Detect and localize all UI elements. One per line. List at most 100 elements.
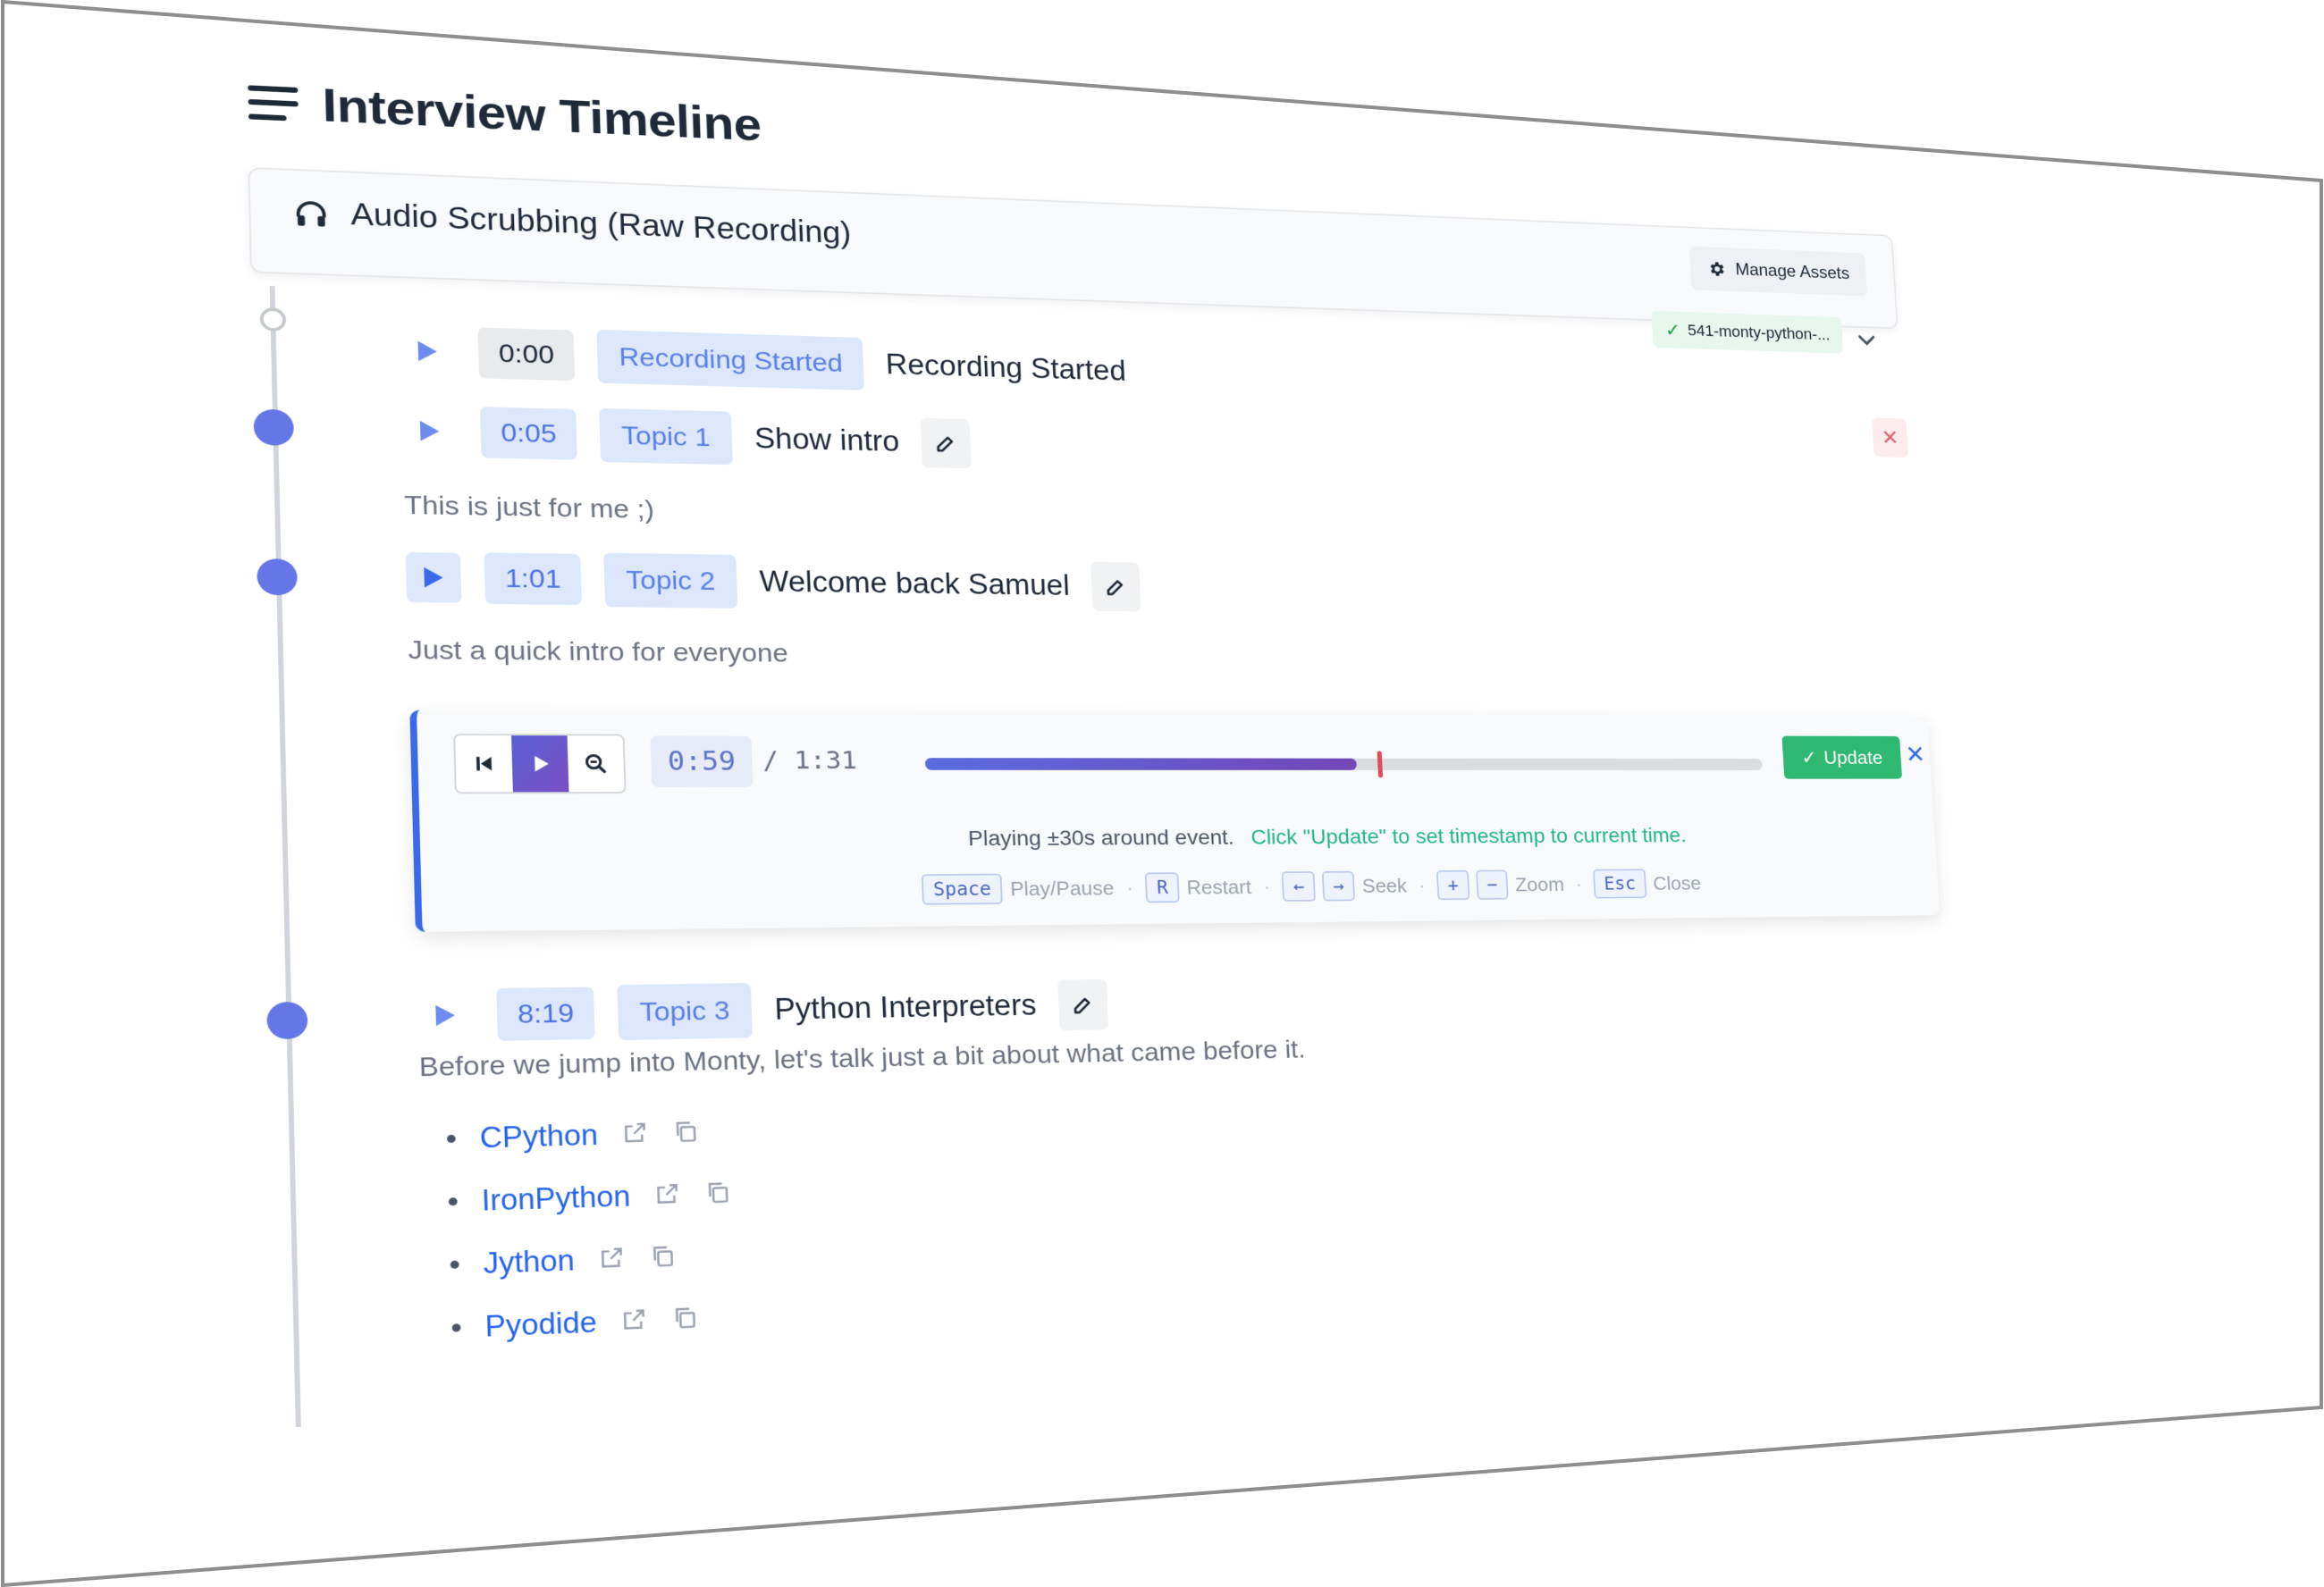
- zoom-button[interactable]: [568, 735, 625, 792]
- play-icon: [419, 420, 440, 441]
- list-item: Jython: [450, 1224, 735, 1297]
- event-tag[interactable]: Topic 2: [603, 552, 738, 609]
- external-link-icon[interactable]: [653, 1180, 681, 1211]
- hint-text: Playing ±30s around event.: [967, 825, 1235, 851]
- scrub-handle[interactable]: [1377, 751, 1383, 778]
- restart-button[interactable]: [455, 735, 513, 793]
- event-note: Just a quick intro for everyone: [408, 634, 789, 668]
- shortcut-label: Play/Pause: [1009, 876, 1115, 901]
- shortcut-key: ←: [1281, 871, 1316, 902]
- bullet: [446, 1134, 456, 1144]
- edit-icon: [1103, 575, 1127, 598]
- separator-dot: ·: [1125, 876, 1134, 899]
- close-player-button[interactable]: ✕: [1905, 741, 1926, 769]
- interpreter-link[interactable]: Jython: [483, 1244, 575, 1281]
- event-play-button[interactable]: [400, 326, 455, 377]
- playback-controls: [453, 734, 627, 794]
- gear-icon: [1710, 262, 1724, 276]
- check-icon: ✓: [1800, 746, 1818, 768]
- page-title: Interview Timeline: [321, 79, 762, 152]
- audio-file-name: 541-monty-python-...: [1687, 321, 1831, 344]
- shortcut-key: Esc: [1593, 869, 1647, 899]
- player-hint: Playing ±30s around event. Click "Update"…: [968, 824, 1688, 851]
- bullet: [448, 1197, 458, 1206]
- copy-icon[interactable]: [649, 1242, 677, 1272]
- external-link-icon[interactable]: [620, 1306, 648, 1336]
- shortcut-key: Space: [921, 873, 1004, 905]
- manage-assets-button[interactable]: Manage Assets: [1688, 246, 1868, 297]
- event-timestamp[interactable]: 1:01: [484, 552, 582, 606]
- event-play-button[interactable]: [401, 406, 458, 457]
- copy-icon[interactable]: [671, 1304, 699, 1334]
- event-tag[interactable]: Topic 3: [617, 983, 753, 1041]
- list-item: CPython: [446, 1101, 730, 1171]
- shortcut-key: −: [1475, 869, 1509, 900]
- audio-file-chip[interactable]: ✓ 541-monty-python-...: [1651, 310, 1844, 354]
- link-list: CPython IronPython Jython Pyodide: [446, 1101, 737, 1359]
- timeline-node: [257, 558, 299, 596]
- event-note: Before we jump into Monty, let's talk ju…: [418, 1035, 1306, 1083]
- interpreter-link[interactable]: CPython: [479, 1119, 598, 1155]
- edit-event-button[interactable]: [920, 417, 973, 469]
- copy-icon[interactable]: [704, 1179, 732, 1209]
- external-link-icon[interactable]: [621, 1119, 649, 1149]
- timeline-event: 0:00 Recording Started Recording Started: [400, 323, 1127, 398]
- tilted-page: Interview Timeline Audio Scrubbing (Raw …: [0, 0, 2094, 1440]
- play-icon: [435, 1004, 456, 1027]
- audio-scrub-player: 0:59 / 1:31 ✓ Update ✕ Playing ±30s arou…: [409, 710, 1941, 932]
- interpreter-link[interactable]: IronPython: [481, 1180, 631, 1218]
- separator-dot: ·: [1263, 875, 1271, 898]
- menu-icon[interactable]: [248, 84, 299, 122]
- manage-assets-label: Manage Assets: [1734, 259, 1850, 283]
- chevron-down-icon[interactable]: [1854, 328, 1879, 352]
- event-play-button[interactable]: [405, 551, 462, 603]
- shortcut-key: →: [1321, 870, 1356, 902]
- page-header: Interview Timeline: [248, 74, 762, 152]
- skip-back-icon: [476, 756, 493, 771]
- remove-event-button[interactable]: ✕: [1871, 417, 1909, 458]
- shortcut-label: Seek: [1361, 874, 1408, 897]
- bullet: [450, 1260, 459, 1269]
- screenshot-stage: Interview Timeline Audio Scrubbing (Raw …: [0, 0, 2324, 1587]
- update-label: Update: [1823, 746, 1883, 768]
- event-timestamp[interactable]: 8:19: [496, 987, 595, 1041]
- timeline-event: 8:19 Topic 3 Python Interpreters: [417, 978, 1109, 1044]
- bullet: [451, 1323, 461, 1332]
- current-time: 0:59: [650, 735, 754, 787]
- shortcut-label: Zoom: [1514, 872, 1565, 895]
- shortcut-label: Restart: [1185, 875, 1252, 899]
- event-tag[interactable]: Topic 1: [599, 407, 733, 466]
- edit-event-button[interactable]: [1057, 978, 1109, 1031]
- interpreter-link[interactable]: Pyodide: [484, 1306, 597, 1344]
- edit-event-button[interactable]: [1090, 561, 1141, 612]
- shortcut-key: R: [1145, 872, 1180, 903]
- audio-section-title: Audio Scrubbing (Raw Recording): [349, 197, 852, 250]
- external-link-icon[interactable]: [598, 1244, 626, 1274]
- list-item: Pyodide: [451, 1286, 737, 1359]
- scrub-track[interactable]: [924, 751, 1764, 778]
- shortcut-key: +: [1436, 869, 1470, 901]
- event-timestamp[interactable]: 0:05: [479, 407, 577, 460]
- edit-icon: [1071, 993, 1096, 1016]
- event-title: Python Interpreters: [773, 988, 1038, 1027]
- timeline-event: 1:01 Topic 2 Welcome back Samuel: [405, 550, 1141, 613]
- event-tag[interactable]: Recording Started: [596, 329, 864, 390]
- event-play-button[interactable]: [417, 989, 474, 1041]
- zoom-icon: [583, 752, 609, 776]
- check-icon: ✓: [1664, 318, 1681, 340]
- event-timestamp[interactable]: 0:00: [477, 327, 576, 382]
- update-button[interactable]: ✓ Update: [1781, 735, 1902, 779]
- hint-action: Click "Update" to set timestamp to curre…: [1250, 823, 1688, 849]
- separator-dot: ·: [1418, 873, 1427, 896]
- play-pause-button[interactable]: [511, 735, 569, 793]
- timeline-event: 0:05 Topic 1 Show intro: [401, 403, 973, 470]
- play-icon: [535, 755, 550, 772]
- event-title: Show intro: [754, 422, 900, 458]
- headphones-icon: [293, 198, 328, 227]
- edit-icon: [934, 432, 959, 455]
- event-note: This is just for me ;): [403, 490, 655, 525]
- scrub-progress: [924, 758, 1358, 770]
- copy-icon[interactable]: [672, 1118, 700, 1148]
- play-icon: [417, 340, 438, 362]
- event-title: Welcome back Samuel: [759, 565, 1071, 602]
